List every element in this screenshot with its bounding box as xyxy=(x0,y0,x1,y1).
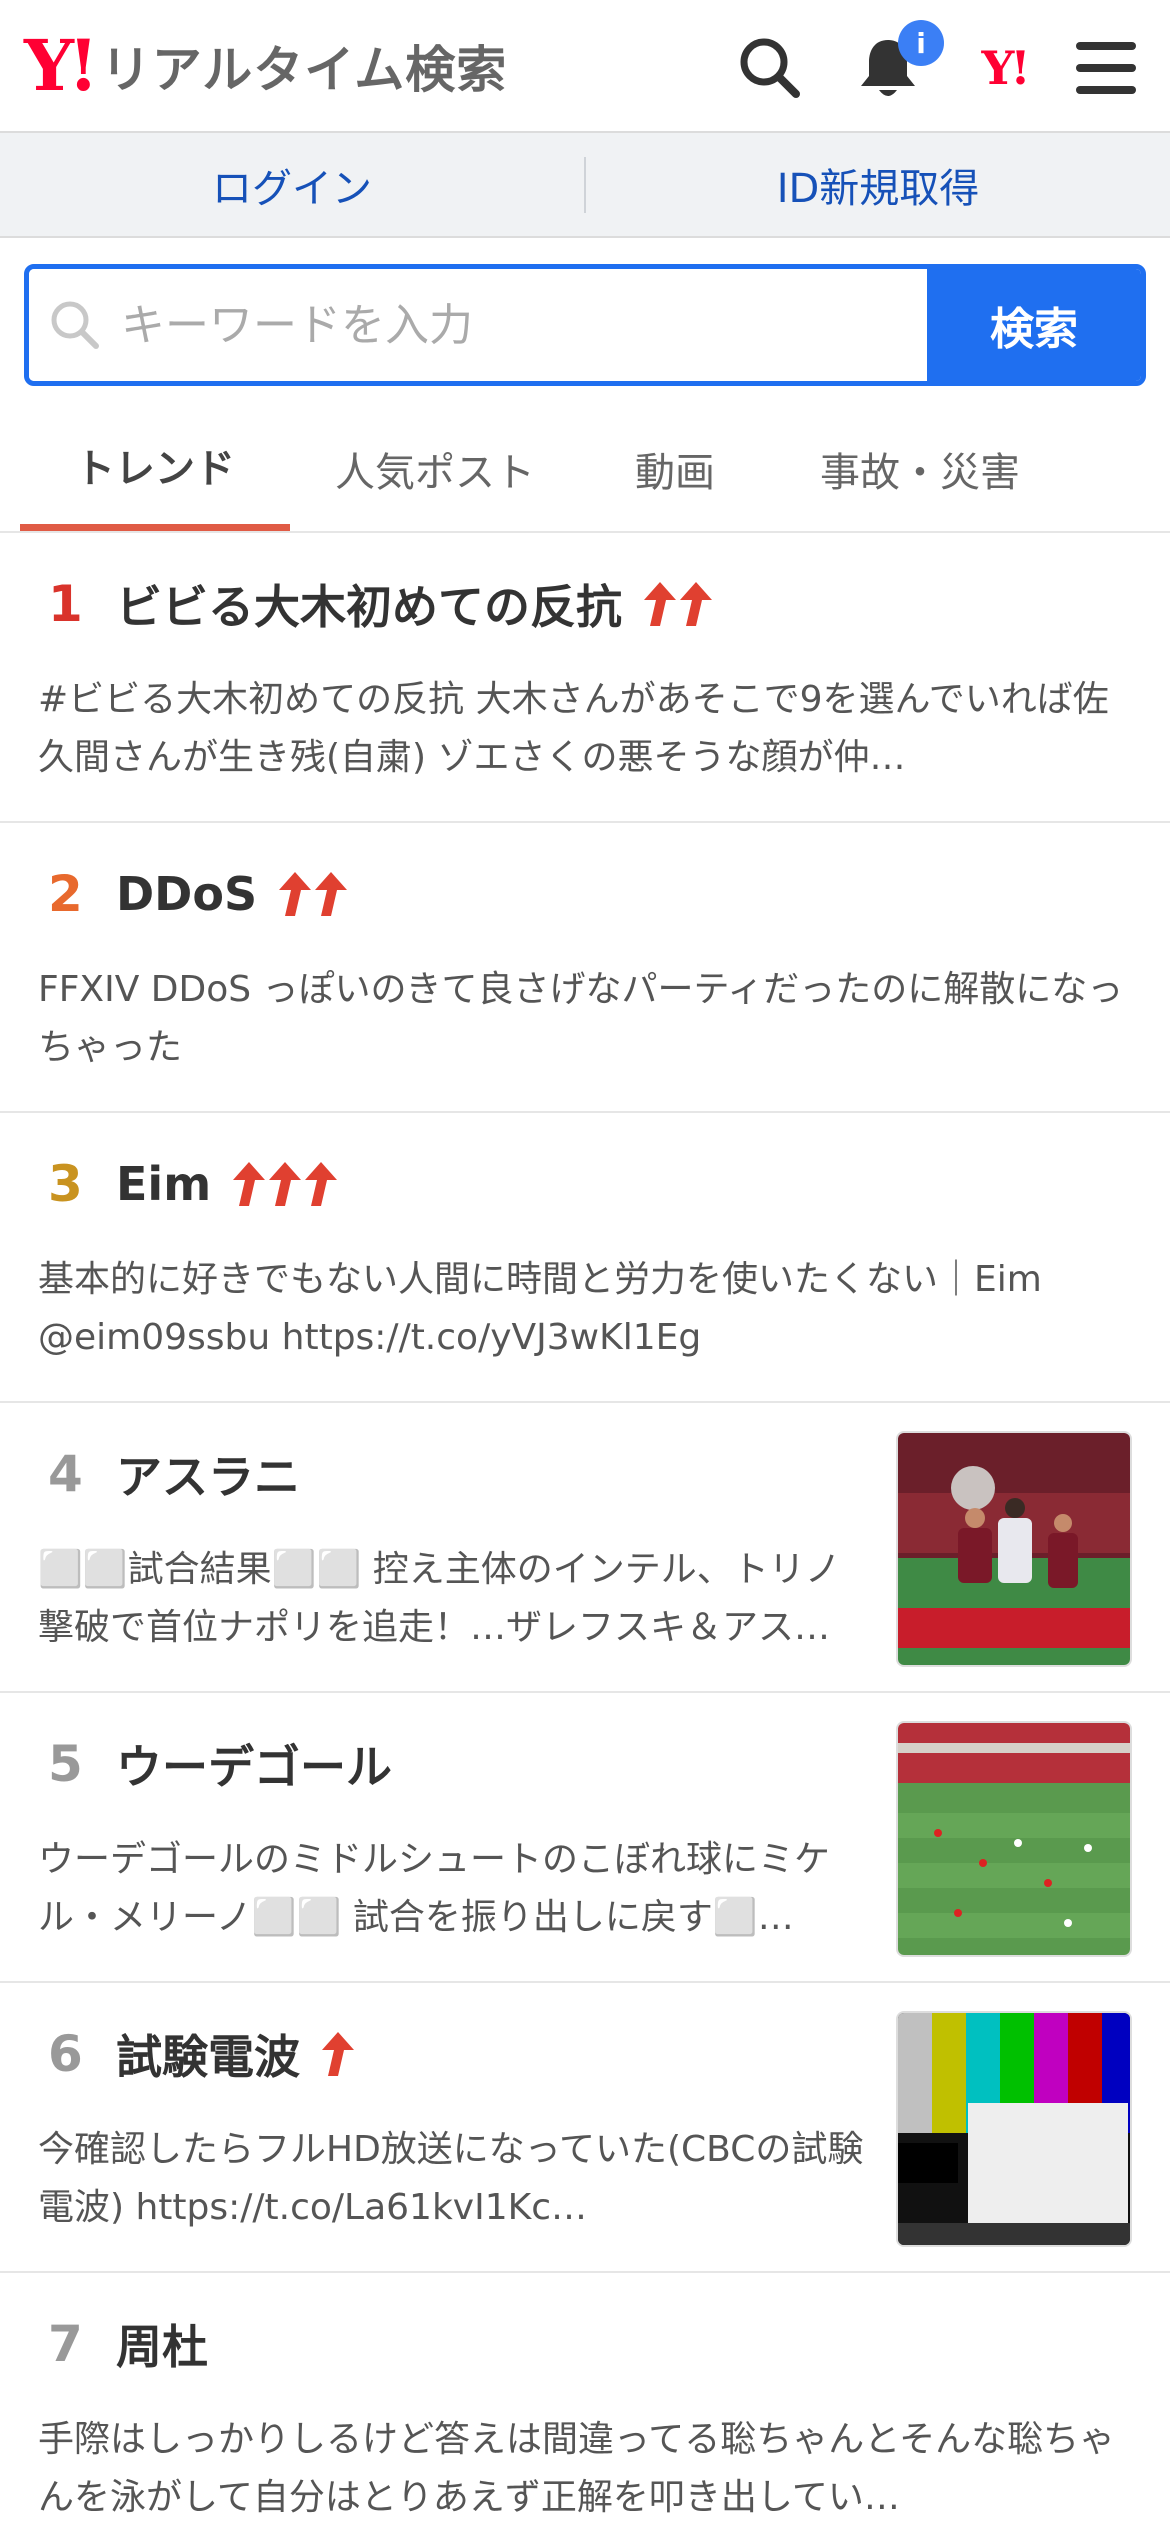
login-link[interactable]: ログイン xyxy=(0,156,584,214)
rank-number: 3 xyxy=(48,1155,83,1213)
tab-accident-disaster[interactable]: 事故・災害 xyxy=(770,406,1070,531)
rank-number: 2 xyxy=(48,865,83,923)
trend-arrows xyxy=(227,1160,338,1208)
search-submit-button[interactable]: 検索 xyxy=(927,269,1141,381)
search-field-icon xyxy=(29,298,121,352)
trend-up-arrow-icon xyxy=(279,872,312,916)
logo-text: リアルタイム検索 xyxy=(100,41,508,99)
trend-title: 周杜 xyxy=(116,2320,208,2374)
trend-item[interactable]: 5 ウーデゴール ウーデゴールのミドルシュートのこぼれ球にミケル・メリーノ⬜⬜ … xyxy=(0,1693,1170,1983)
trend-item[interactable]: 3 Eim 基本的に好きでもない人間に時間と労力を使いたくない｜Eim @eim… xyxy=(0,1113,1170,1403)
trend-title-row: 7 周杜 xyxy=(48,2309,208,2379)
rank-number: 1 xyxy=(48,575,83,633)
register-link[interactable]: ID新規取得 xyxy=(586,156,1170,214)
rank-number: 5 xyxy=(48,1735,83,1793)
trend-item[interactable]: 4 アスラニ ⬜⬜試合結果⬜⬜ 控え主体のインテル、トリノ撃破で首位ナポリを追走… xyxy=(0,1403,1170,1693)
trend-title-row: 5 ウーデゴール xyxy=(48,1729,392,1799)
tab-popular-posts[interactable]: 人気ポスト xyxy=(290,406,580,531)
trend-title-row: 4 アスラニ xyxy=(48,1439,300,1509)
notification-badge: i xyxy=(898,20,944,66)
trend-up-arrow-icon xyxy=(315,872,348,916)
trend-up-arrow-icon xyxy=(322,2032,354,2076)
trend-arrows xyxy=(273,870,348,918)
trend-snippet: 手際はしっかりしるけど答えは間違ってる聡ちゃんとそんな聡ちゃんを泳がして自分はと… xyxy=(38,2419,1116,2518)
app-header: Y! リアルタイム検索 i Y! xyxy=(0,0,1170,133)
trend-title: DDoS xyxy=(116,867,258,921)
trend-title-row: 1 ビビる大木初めての反抗 xyxy=(48,569,712,639)
trend-up-arrow-icon xyxy=(680,582,712,626)
trend-thumbnail-soccer-pitch[interactable] xyxy=(896,1721,1132,1957)
trend-snippet: 今確認したらフルHD放送になっていた(CBCの試験電波) https://t.c… xyxy=(38,2129,864,2228)
yahoo-logo-mark: Y! xyxy=(24,24,99,107)
trend-thumbnail-test-pattern[interactable] xyxy=(896,2011,1132,2247)
trend-item[interactable]: 7 周杜 手際はしっかりしるけど答えは間違ってる聡ちゃんとそんな聡ちゃんを泳がし… xyxy=(0,2273,1170,2532)
search-area: 検索 xyxy=(0,238,1170,386)
category-tabs: トレンド 人気ポスト 動画 事故・災害 xyxy=(0,406,1170,533)
search-input[interactable] xyxy=(121,299,927,351)
trend-snippet: 基本的に好きでもない人間に時間と労力を使いたくない｜Eim @eim09ssbu… xyxy=(38,1259,1042,1358)
trend-snippet: FFXIV DDoS っぽいのきて良さげなパーティだったのに解散になっちゃった xyxy=(38,969,1124,1068)
notification-bell-icon[interactable]: i xyxy=(850,20,944,106)
trend-item[interactable]: 2 DDoS FFXIV DDoS っぽいのきて良さげなパーティだったのに解散に… xyxy=(0,823,1170,1113)
trend-title-row: 6 試験電波 xyxy=(48,2019,354,2089)
trend-arrows xyxy=(638,580,712,628)
rank-number: 6 xyxy=(48,2025,83,2083)
trend-up-arrow-icon xyxy=(305,1162,338,1206)
trend-thumbnail-soccer-players[interactable] xyxy=(896,1431,1132,1667)
trend-item[interactable]: 6 試験電波 今確認したらフルHD放送になっていた(CBCの試験電波) http… xyxy=(0,1983,1170,2273)
trend-snippet: ウーデゴールのミドルシュートのこぼれ球にミケル・メリーノ⬜⬜ 試合を振り出しに戻… xyxy=(38,1839,831,1938)
search-field xyxy=(29,269,927,381)
trend-list: 1 ビビる大木初めての反抗 #ビビる大木初めての反抗 大木さんがあそこで9を選ん… xyxy=(0,533,1170,2532)
search-icon[interactable] xyxy=(732,30,808,106)
trend-snippet: ⬜⬜試合結果⬜⬜ 控え主体のインテル、トリノ撃破で首位ナポリを追走！…ザレフスキ… xyxy=(38,1549,841,1648)
trend-up-arrow-icon xyxy=(644,582,676,626)
yahoo-realtime-logo[interactable]: Y! リアルタイム検索 xyxy=(24,28,507,104)
hamburger-menu-icon[interactable] xyxy=(1068,30,1144,106)
login-bar: ログイン ID新規取得 xyxy=(0,133,1170,238)
tab-video[interactable]: 動画 xyxy=(580,406,770,531)
trend-title-row: 2 DDoS xyxy=(48,859,348,929)
trend-title: 試験電波 xyxy=(116,2030,300,2084)
trend-title: Eim xyxy=(116,1157,212,1211)
trend-title: ウーデゴール xyxy=(116,1740,392,1794)
yahoo-japan-icon[interactable]: Y! xyxy=(966,30,1042,106)
trend-up-arrow-icon xyxy=(269,1162,302,1206)
trend-title: ビビる大木初めての反抗 xyxy=(116,580,622,634)
trend-arrows xyxy=(316,2030,354,2078)
trend-snippet: #ビビる大木初めての反抗 大木さんがあそこで9を選んでいれば佐久間さんが生き残(… xyxy=(38,679,1109,778)
tab-trend[interactable]: トレンド xyxy=(20,406,290,531)
yahoo-japan-mark: Y! xyxy=(981,41,1030,95)
rank-number: 7 xyxy=(48,2315,83,2373)
trend-up-arrow-icon xyxy=(233,1162,266,1206)
trend-item[interactable]: 1 ビビる大木初めての反抗 #ビビる大木初めての反抗 大木さんがあそこで9を選ん… xyxy=(0,533,1170,823)
trend-title: アスラニ xyxy=(116,1450,300,1504)
rank-number: 4 xyxy=(48,1445,83,1503)
trend-title-row: 3 Eim xyxy=(48,1149,338,1219)
search-box: 検索 xyxy=(24,264,1146,386)
